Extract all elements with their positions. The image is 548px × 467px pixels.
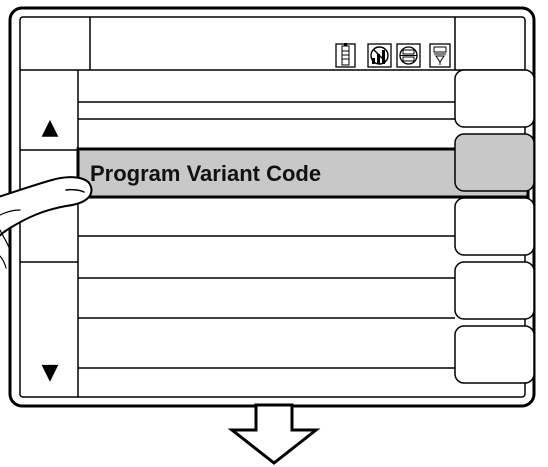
- device-screen-illustration: ▲ ▼: [0, 6, 536, 465]
- scroll-down-icon[interactable]: ▼: [42, 360, 59, 385]
- download-icon: [429, 43, 451, 68]
- softkey-3[interactable]: [454, 197, 535, 256]
- down-arrow-outline-icon: [227, 403, 321, 465]
- network-icon: [396, 43, 421, 68]
- softkey-5[interactable]: [454, 325, 535, 384]
- softkey-4[interactable]: [454, 261, 535, 320]
- scroll-up-icon[interactable]: ▲: [42, 115, 59, 140]
- menu-item-label: Program Variant Code: [90, 161, 322, 186]
- no-signal-icon: [367, 43, 392, 68]
- softkey-1[interactable]: [454, 69, 535, 128]
- battery-icon: [335, 43, 356, 68]
- softkey-2[interactable]: [454, 133, 535, 192]
